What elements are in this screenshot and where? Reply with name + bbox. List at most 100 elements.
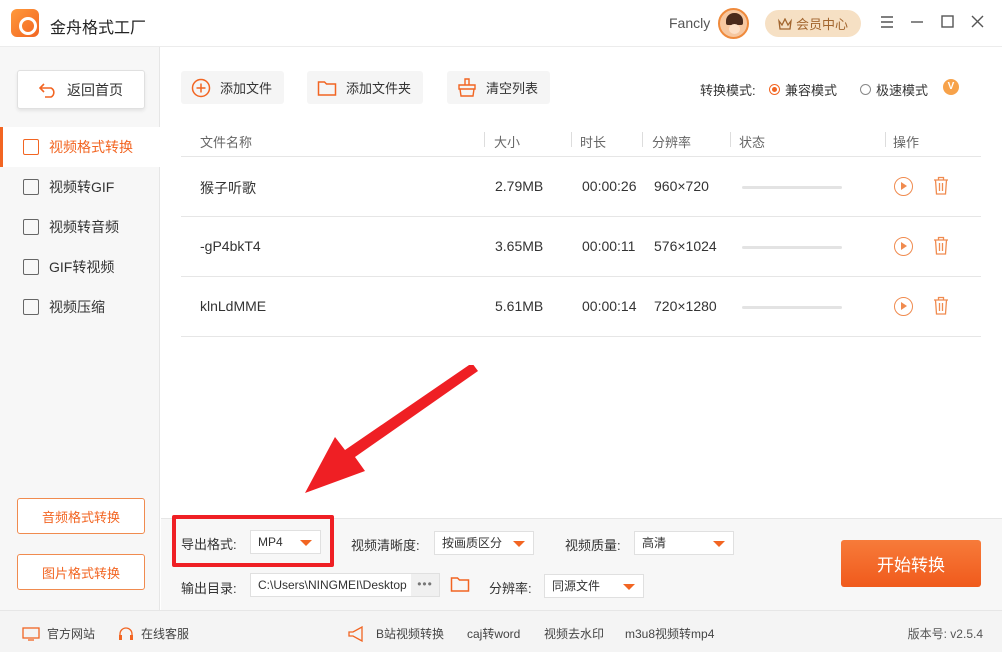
footer-link-bilibili[interactable]: B站视频转换 [347, 625, 444, 642]
header-name: 文件名称 [200, 135, 253, 150]
file-duration: 00:00:11 [582, 238, 636, 254]
footer-link-m3u8[interactable]: m3u8视频转mp4 [625, 625, 714, 642]
close-icon[interactable] [967, 13, 987, 33]
version-label: 版本号: v2.5.4 [907, 627, 983, 641]
header-size: 大小 [494, 135, 521, 150]
header-resolution: 分辨率 [652, 135, 692, 150]
vip-center-label: 会员中心 [795, 17, 848, 32]
header-divider [571, 132, 572, 147]
video-quality-select[interactable]: 高清 [634, 531, 734, 555]
header-divider [484, 132, 485, 147]
footer-link-label: caj转word [467, 627, 521, 641]
official-site-link[interactable]: 官方网站 [22, 625, 95, 642]
crown-icon [778, 17, 792, 30]
progress-bar [742, 306, 842, 309]
add-folder-button[interactable]: 添加文件夹 [307, 71, 424, 104]
vip-badge-icon: V [943, 79, 959, 95]
table-row[interactable]: klnLdMME 5.61MB 00:00:14 720×1280 [181, 277, 981, 337]
plus-circle-icon [191, 78, 211, 97]
sidebar-item-gif-to-video[interactable]: GIF转视频 [0, 247, 160, 287]
audio-convert-button[interactable]: 音频格式转换 [17, 498, 145, 534]
sidebar-item-video-convert[interactable]: 视频格式转换 [0, 127, 160, 167]
online-support-label: 在线客服 [141, 627, 190, 641]
sidebar-item-label: GIF转视频 [49, 259, 115, 275]
sidebar-item-label: 视频转音频 [49, 219, 119, 235]
back-home-button[interactable]: 返回首页 [17, 70, 145, 109]
header-status: 状态 [739, 135, 766, 150]
mode-compatible-radio[interactable]: 兼容模式 [769, 80, 837, 99]
menu-icon[interactable] [877, 13, 897, 33]
folder-icon [317, 80, 337, 96]
file-size: 5.61MB [495, 298, 544, 314]
image-convert-button[interactable]: 图片格式转换 [17, 554, 145, 590]
footer-link-label: m3u8视频转mp4 [625, 627, 715, 641]
browse-path-button[interactable]: ••• [411, 574, 439, 596]
start-convert-button[interactable]: 开始转换 [841, 540, 981, 587]
progress-bar [742, 186, 842, 189]
footer-link-label: 视频去水印 [544, 627, 605, 641]
table-row[interactable]: -gP4bkT4 3.65MB 00:00:11 576×1024 [181, 217, 981, 277]
online-support-link[interactable]: 在线客服 [118, 625, 189, 642]
mode-fast-label: 极速模式 [876, 83, 929, 98]
video-clarity-value: 按画质区分 [442, 536, 503, 550]
username[interactable]: Fancly [669, 15, 710, 31]
megaphone-icon [348, 625, 363, 642]
vip-center-button[interactable]: 会员中心 [765, 10, 861, 37]
app-title: 金舟格式工厂 [50, 20, 147, 37]
avatar[interactable] [718, 8, 749, 39]
footer-link-caj[interactable]: caj转word [467, 625, 520, 642]
monitor-icon [22, 626, 40, 641]
file-resolution: 576×1024 [654, 238, 717, 254]
progress-bar [742, 246, 842, 249]
maximize-icon[interactable] [937, 13, 957, 33]
play-icon[interactable] [894, 297, 913, 316]
trash-icon[interactable] [933, 236, 949, 255]
clear-list-label: 清空列表 [486, 81, 539, 96]
sidebar-item-video-compress[interactable]: 视频压缩 [0, 287, 160, 327]
footer-link-watermark[interactable]: 视频去水印 [544, 625, 604, 642]
app-logo-icon [11, 9, 39, 37]
sidebar-item-video-to-audio[interactable]: 视频转音频 [0, 207, 160, 247]
trash-icon[interactable] [933, 296, 949, 315]
mode-fast-radio[interactable]: 极速模式 [860, 80, 928, 99]
file-size: 3.65MB [495, 238, 544, 254]
file-resolution: 960×720 [654, 178, 709, 194]
table-header: 文件名称 大小 时长 分辨率 状态 操作 [181, 122, 981, 157]
footer-link-label: B站视频转换 [376, 627, 445, 641]
official-site-label: 官方网站 [47, 627, 96, 641]
annotation-arrow [305, 365, 478, 493]
video-clarity-select[interactable]: 按画质区分 [434, 531, 534, 555]
header-divider [730, 132, 731, 147]
file-size: 2.79MB [495, 178, 544, 194]
resolution-value: 同源文件 [552, 579, 601, 593]
sidebar-item-video-to-gif[interactable]: 视频转GIF [0, 167, 160, 207]
clear-list-button[interactable]: 清空列表 [447, 71, 551, 104]
play-icon[interactable] [894, 177, 913, 196]
output-dir-label: 输出目录: [181, 581, 237, 596]
add-file-label: 添加文件 [220, 81, 273, 96]
chevron-down-icon [713, 541, 725, 547]
play-icon[interactable] [894, 237, 913, 256]
add-folder-label: 添加文件夹 [346, 81, 412, 96]
annotation-highlight-box [172, 515, 334, 567]
file-table: 文件名称 大小 时长 分辨率 状态 操作 猴子听歌 2.79MB 00:00:2… [181, 122, 981, 337]
file-duration: 00:00:14 [582, 298, 637, 314]
radio-checked-icon [769, 84, 780, 95]
chevron-down-icon [513, 541, 525, 547]
header-divider [642, 132, 643, 147]
minimize-icon[interactable] [907, 13, 927, 33]
video-clarity-label: 视频清晰度: [351, 538, 420, 553]
trash-icon[interactable] [933, 176, 949, 195]
broom-icon [458, 77, 476, 97]
footer: 官方网站 在线客服 B站视频转换 caj转word 视频去水印 m3u8视频转m… [0, 610, 1002, 652]
resolution-select[interactable]: 同源文件 [544, 574, 644, 598]
resolution-label: 分辨率: [489, 581, 532, 596]
open-folder-icon[interactable] [450, 575, 470, 593]
table-row[interactable]: 猴子听歌 2.79MB 00:00:26 960×720 [181, 157, 981, 217]
header-divider [885, 132, 886, 147]
add-file-button[interactable]: 添加文件 [181, 71, 285, 104]
mode-compatible-label: 兼容模式 [785, 83, 838, 98]
header-actions: 操作 [893, 135, 920, 150]
back-arrow-icon [39, 82, 55, 98]
compress-icon [23, 299, 39, 315]
